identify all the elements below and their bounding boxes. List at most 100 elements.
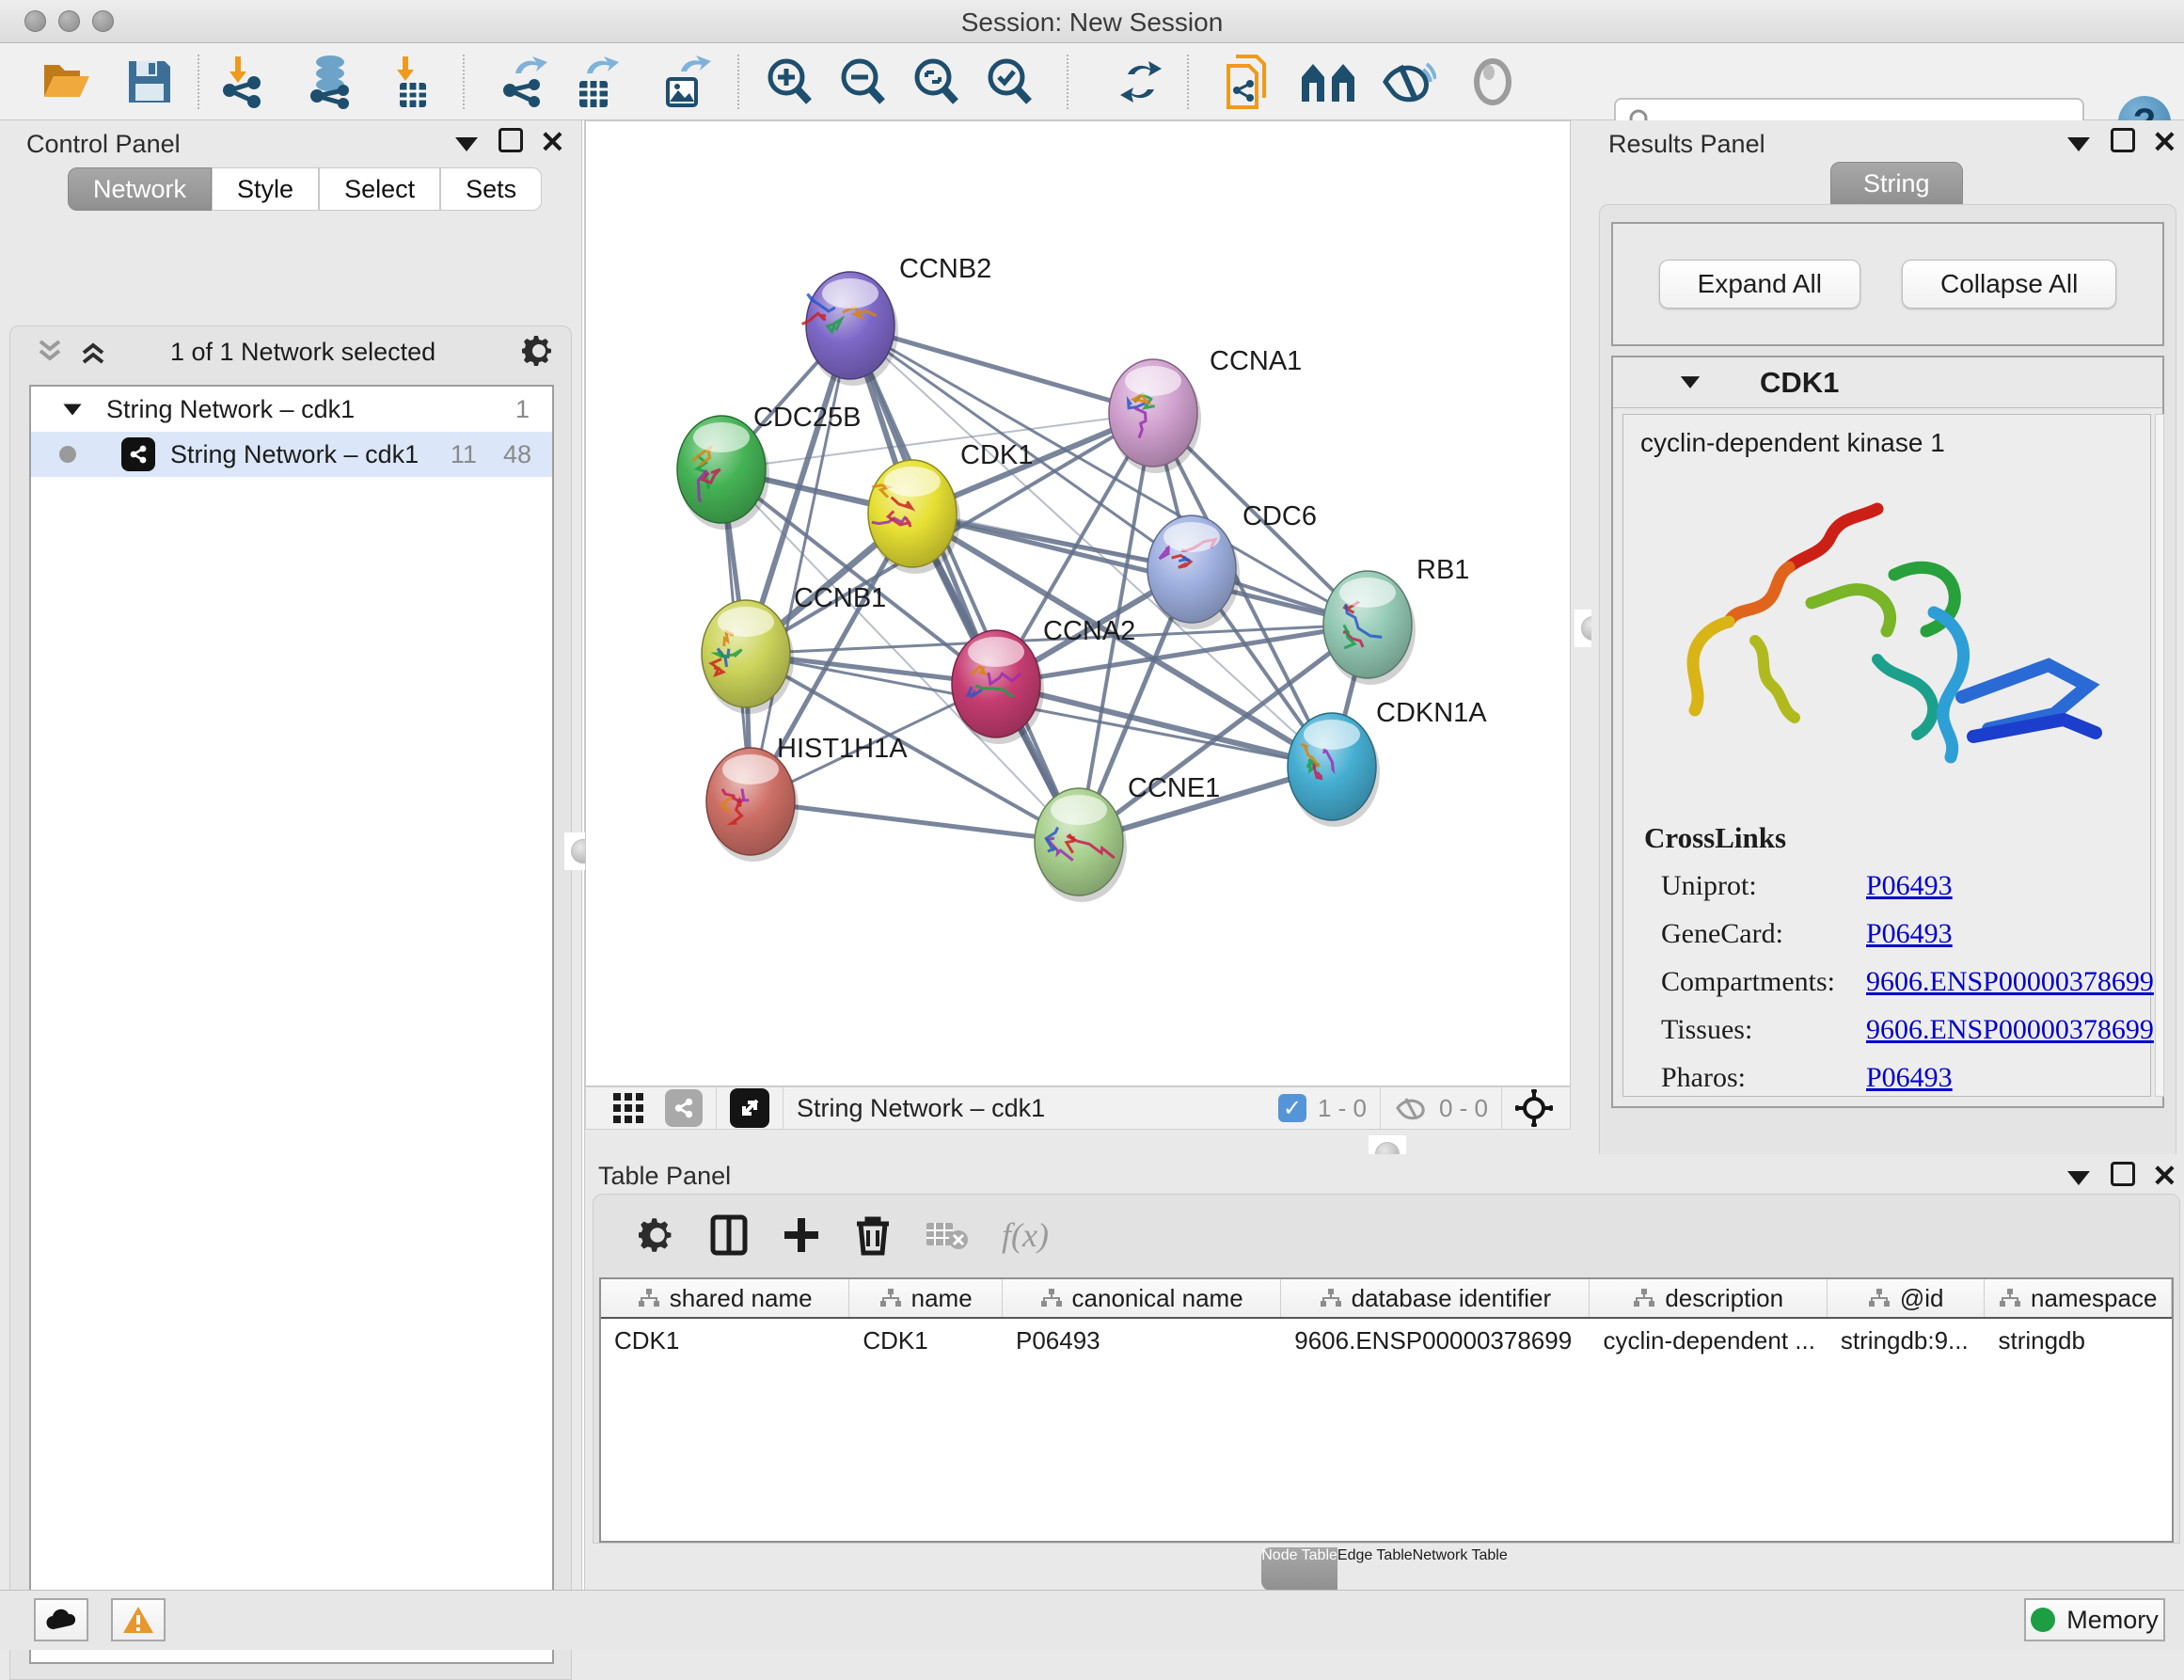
- table-panel-maximize-icon[interactable]: [2111, 1162, 2135, 1186]
- collapse-all-networks-icon[interactable]: [80, 340, 108, 364]
- zoom-out-icon[interactable]: [833, 53, 892, 111]
- column-header-namespace[interactable]: namespace: [1985, 1279, 2172, 1317]
- edge-HIST1H1A-CCNE1[interactable]: [751, 801, 1079, 842]
- hide-selected-icon[interactable]: [1379, 53, 1437, 111]
- node-CDKN1A[interactable]: CDKN1A: [1288, 698, 1487, 827]
- table-cell[interactable]: stringdb:9...: [1828, 1326, 1986, 1355]
- column-header-canonical-name[interactable]: canonical name: [1003, 1279, 1281, 1317]
- import-network-file-icon[interactable]: [214, 53, 273, 111]
- table-panel-close-icon[interactable]: ✕: [2152, 1158, 2177, 1194]
- node-label-RB1: RB1: [1416, 555, 1469, 585]
- hidden-eye-icon[interactable]: [1394, 1094, 1430, 1122]
- expand-all-button[interactable]: Expand All: [1659, 260, 1860, 309]
- network-options-gear-icon[interactable]: [522, 334, 556, 368]
- control-panel-close-icon[interactable]: ✕: [540, 124, 565, 160]
- tab-network-table[interactable]: Network Table: [1413, 1547, 1508, 1591]
- table-row[interactable]: CDK1CDK1P064939606.ENSP00000378699cyclin…: [601, 1319, 2172, 1362]
- node-label-CCNB1: CCNB1: [794, 583, 886, 613]
- collection-collapse-icon[interactable]: [63, 404, 81, 415]
- column-header-database-identifier[interactable]: database identifier: [1281, 1279, 1590, 1317]
- grid-view-icon[interactable]: [612, 1092, 644, 1124]
- show-columns-icon[interactable]: [710, 1214, 748, 1256]
- open-file-icon[interactable]: [38, 53, 96, 111]
- collection-count: 1: [515, 395, 530, 424]
- node-label-HIST1H1A: HIST1H1A: [777, 734, 908, 764]
- node-CDC25B[interactable]: CDC25B: [677, 403, 861, 530]
- tab-network[interactable]: Network: [68, 167, 212, 211]
- tab-edge-table[interactable]: Edge Table: [1337, 1547, 1413, 1591]
- node-table[interactable]: shared namenamecanonical namedatabase id…: [599, 1277, 2174, 1543]
- import-table-file-icon[interactable]: [382, 53, 440, 111]
- network-row[interactable]: String Network – cdk1 11 48: [31, 432, 552, 477]
- results-panel-maximize-icon[interactable]: [2111, 128, 2135, 152]
- zoom-selected-icon[interactable]: [980, 53, 1038, 111]
- column-header-shared-name[interactable]: shared name: [601, 1279, 849, 1317]
- export-network-icon[interactable]: [495, 53, 553, 111]
- column-header-description[interactable]: description: [1590, 1279, 1827, 1317]
- warnings-button[interactable]: [111, 1598, 166, 1641]
- node-CDC6[interactable]: CDC6: [1147, 501, 1317, 629]
- fit-content-crosshair-icon[interactable]: [1515, 1089, 1553, 1127]
- node-CCNA1[interactable]: CCNA1: [1109, 346, 1302, 473]
- save-session-icon[interactable]: [120, 53, 179, 111]
- apply-layout-icon[interactable]: [1112, 53, 1170, 111]
- table-cell[interactable]: stringdb: [1985, 1326, 2172, 1355]
- crosslink-link[interactable]: P06493: [1866, 918, 1953, 950]
- crosslink-link[interactable]: 9606.ENSP00000378699: [1866, 1014, 2154, 1046]
- crosslink-link[interactable]: P06493: [1866, 1062, 1953, 1094]
- network-canvas[interactable]: CCNB2CCNA1CDC25BCDK1CDC6RB1CCNB1CCNA2CDK…: [585, 120, 1571, 1086]
- node-CCNB2[interactable]: CCNB2: [802, 254, 992, 386]
- node-CCNE1[interactable]: CCNE1: [1035, 773, 1220, 902]
- entry-collapse-icon[interactable]: [1681, 376, 1700, 388]
- table-options-gear-icon[interactable]: [639, 1216, 676, 1254]
- network-view-title: String Network – cdk1: [797, 1094, 1045, 1123]
- control-panel-float-icon[interactable]: [455, 137, 478, 151]
- memory-status-dot: [2031, 1608, 2055, 1632]
- delete-table-icon[interactable]: [925, 1219, 968, 1251]
- table-cell[interactable]: 9606.ENSP00000378699: [1281, 1326, 1590, 1355]
- crosslink-link[interactable]: P06493: [1866, 870, 1953, 902]
- first-neighbors-icon[interactable]: [1300, 53, 1358, 111]
- tab-style[interactable]: Style: [212, 167, 319, 211]
- collapse-all-button[interactable]: Collapse All: [1902, 260, 2116, 309]
- network-selection-bar: 1 of 1 Network selected: [10, 326, 571, 375]
- export-table-icon[interactable]: [566, 53, 625, 111]
- new-network-from-selection-icon[interactable]: [1219, 53, 1277, 111]
- tab-string[interactable]: String: [1830, 162, 1963, 205]
- table-cell[interactable]: CDK1: [601, 1326, 849, 1355]
- expand-all-networks-icon[interactable]: [37, 340, 65, 364]
- zoom-fit-icon[interactable]: [907, 53, 965, 111]
- results-panel-float-icon[interactable]: [2067, 137, 2090, 151]
- table-cell[interactable]: P06493: [1003, 1326, 1281, 1355]
- memory-button[interactable]: Memory: [2024, 1598, 2165, 1641]
- zoom-in-icon[interactable]: [760, 53, 818, 111]
- cloud-status-button[interactable]: [34, 1598, 88, 1641]
- table-cell[interactable]: cyclin-dependent ...: [1590, 1326, 1827, 1355]
- crosslink-link[interactable]: 9606.ENSP00000378699: [1866, 966, 2154, 998]
- delete-column-icon[interactable]: [855, 1214, 891, 1256]
- table-panel-float-icon[interactable]: [2067, 1171, 2090, 1185]
- birds-eye-view-icon[interactable]: [730, 1088, 769, 1128]
- edge-CCNB2-HIST1H1A[interactable]: [751, 325, 850, 801]
- add-column-icon[interactable]: [782, 1215, 821, 1255]
- tab-node-table[interactable]: Node Table: [1261, 1547, 1337, 1591]
- column-header-@id[interactable]: @id: [1828, 1279, 1986, 1317]
- results-scrollbar[interactable]: [2155, 414, 2164, 1097]
- network-collection-row[interactable]: String Network – cdk1 1: [31, 387, 552, 432]
- window-title: Session: New Session: [0, 8, 2184, 38]
- node-HIST1H1A[interactable]: HIST1H1A: [706, 734, 908, 862]
- network-view-share-icon[interactable]: [665, 1089, 703, 1127]
- table-cell[interactable]: CDK1: [849, 1326, 1003, 1355]
- gene-entry-header[interactable]: CDK1: [1613, 357, 2162, 408]
- tab-select[interactable]: Select: [319, 167, 440, 211]
- column-header-name[interactable]: name: [849, 1279, 1003, 1317]
- results-panel-close-icon[interactable]: ✕: [2152, 124, 2177, 160]
- show-all-icon[interactable]: [1464, 53, 1522, 111]
- function-builder-icon[interactable]: f(x): [1002, 1215, 1049, 1255]
- import-network-database-icon[interactable]: [301, 53, 359, 111]
- selected-nodes-checkbox[interactable]: ✓: [1278, 1094, 1306, 1122]
- control-panel-maximize-icon[interactable]: [499, 128, 523, 152]
- node-RB1[interactable]: RB1: [1323, 555, 1469, 685]
- tab-sets[interactable]: Sets: [440, 167, 542, 211]
- export-image-icon[interactable]: [657, 53, 715, 111]
